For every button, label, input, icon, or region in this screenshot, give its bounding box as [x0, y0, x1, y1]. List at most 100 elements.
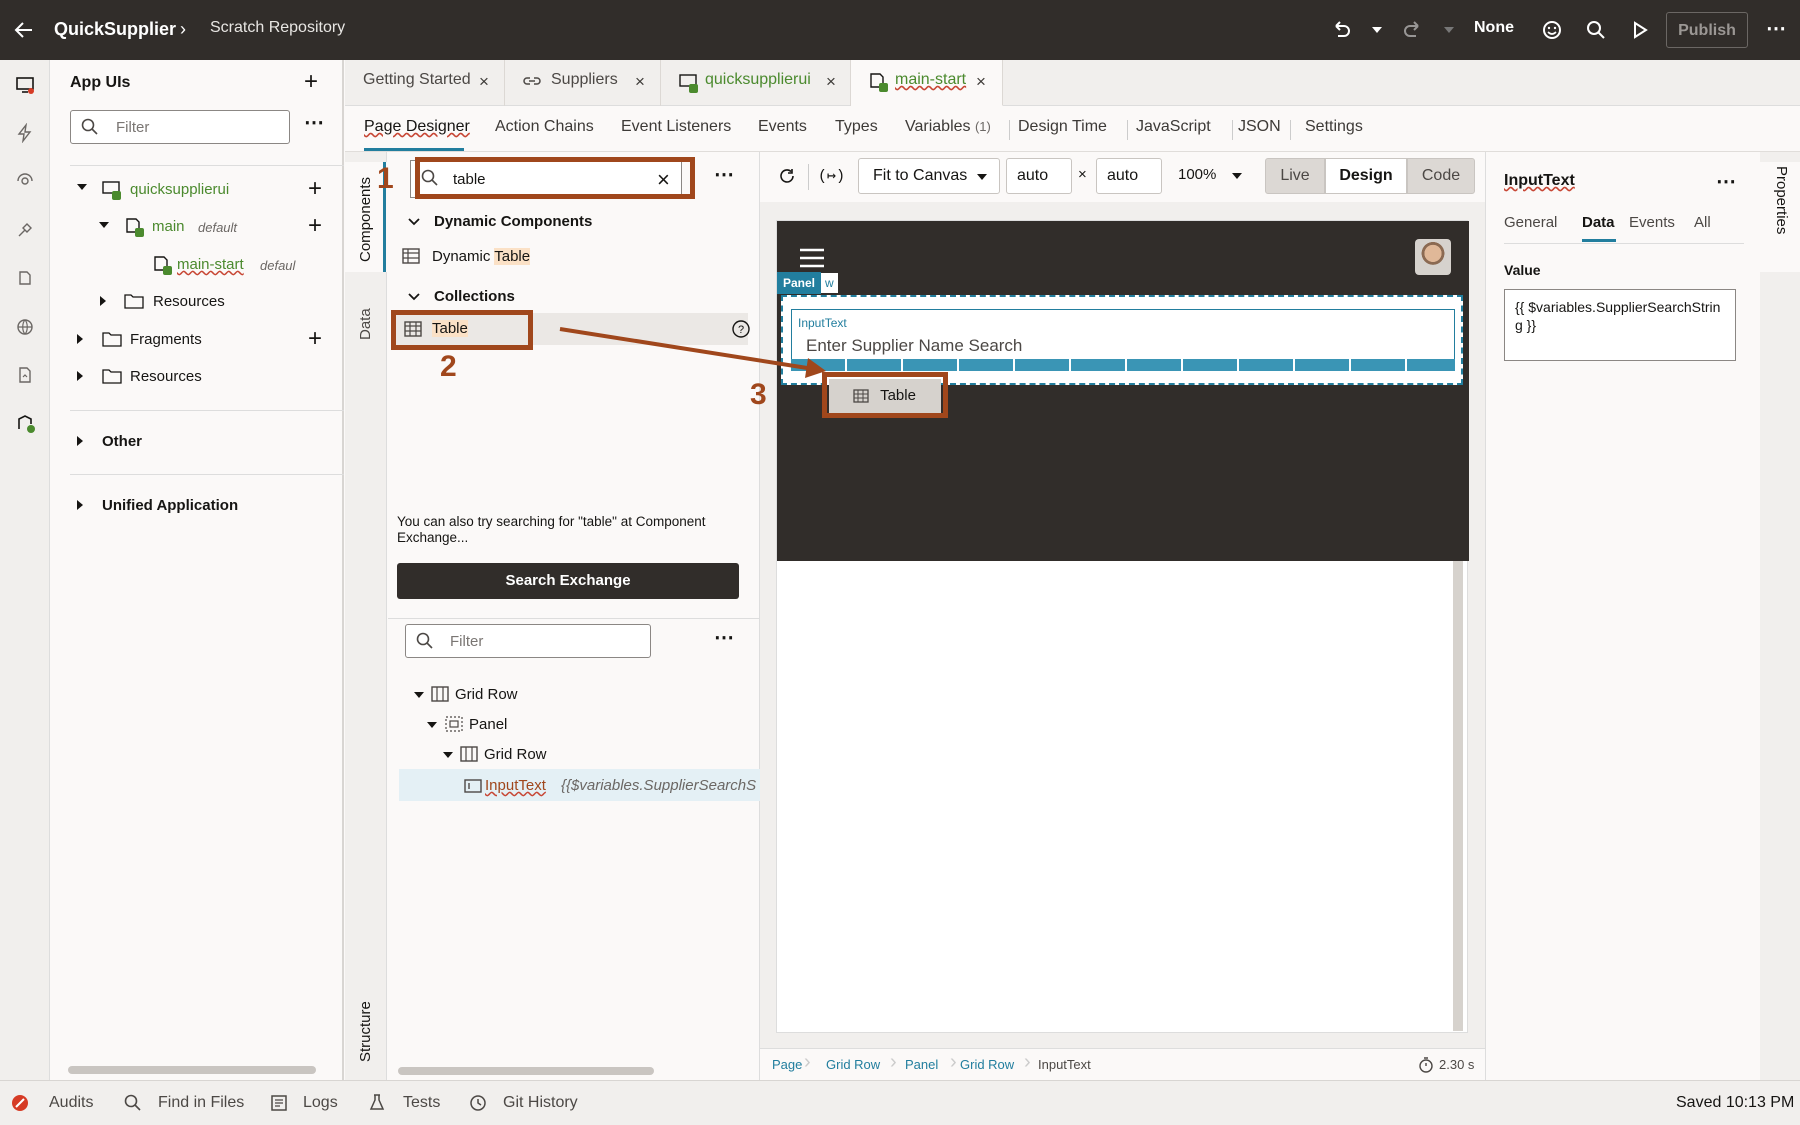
profile-selector[interactable]: None	[1474, 19, 1514, 37]
git-history-button[interactable]: Git History	[503, 1094, 578, 1112]
tab-getting-started[interactable]: Getting Started ×	[345, 60, 505, 106]
properties-more-icon[interactable]: ⋯	[1716, 169, 1736, 194]
expand-caret-icon[interactable]	[77, 436, 83, 446]
tree-resources[interactable]: Resources	[130, 368, 202, 385]
structure-grid-row-2[interactable]: Grid Row	[484, 746, 547, 763]
chevron-down-icon[interactable]	[1232, 173, 1242, 179]
prop-tab-data[interactable]: Data	[1582, 214, 1615, 231]
tree-resources-inner[interactable]: Resources	[153, 293, 225, 310]
subtab-json[interactable]: JSON	[1238, 118, 1281, 136]
structure-inputtext-row[interactable]: InputText {{$variables.SupplierSearchS	[399, 769, 760, 801]
add-flow-icon[interactable]: +	[308, 175, 322, 203]
add-fragment-icon[interactable]: +	[308, 325, 322, 353]
palette-scrollbar[interactable]	[398, 1067, 654, 1075]
expand-caret-icon[interactable]	[77, 334, 83, 344]
close-icon[interactable]: ×	[635, 72, 645, 92]
zoom-dropdown[interactable]: 100%	[1178, 166, 1216, 183]
section-unified-application[interactable]: Unified Application	[102, 497, 238, 514]
refresh-icon[interactable]	[778, 167, 796, 185]
tab-quicksupplierui[interactable]: quicksupplierui ×	[661, 60, 851, 106]
close-icon[interactable]: ×	[479, 72, 489, 92]
subtab-events[interactable]: Events	[758, 118, 807, 136]
expand-caret-icon[interactable]	[427, 722, 437, 728]
canvas-scrollbar[interactable]	[1453, 561, 1463, 1031]
web-apps-icon[interactable]	[15, 317, 35, 337]
structure-filter-field[interactable]: Filter	[405, 624, 651, 658]
expand-caret-icon[interactable]	[99, 222, 109, 228]
subtab-event-listeners[interactable]: Event Listeners	[621, 118, 731, 136]
subtab-types[interactable]: Types	[835, 118, 878, 136]
structure-more-icon[interactable]: ⋯	[714, 625, 734, 650]
expand-caret-icon[interactable]	[77, 371, 83, 381]
undo-dropdown-icon[interactable]	[1372, 27, 1382, 33]
find-in-files-button[interactable]: Find in Files	[158, 1094, 244, 1112]
add-app-ui-icon[interactable]: +	[304, 70, 318, 94]
undo-icon[interactable]	[1330, 19, 1352, 41]
tab-suppliers[interactable]: Suppliers ×	[505, 60, 661, 106]
breadcrumb-inputtext[interactable]: InputText	[1038, 1057, 1091, 1072]
live-mode-button[interactable]: Live	[1265, 158, 1325, 194]
processes-icon[interactable]	[15, 123, 35, 143]
vtab-properties[interactable]: Properties	[1773, 166, 1790, 234]
expand-caret-icon[interactable]	[77, 184, 87, 190]
search-exchange-button[interactable]: Search Exchange	[397, 563, 739, 599]
subtab-javascript[interactable]: JavaScript	[1136, 118, 1211, 136]
tree-main-start[interactable]: main-start	[177, 256, 244, 273]
close-icon[interactable]: ×	[826, 72, 836, 92]
palette-more-icon[interactable]: ⋯	[714, 162, 734, 187]
canvas-width-field[interactable]: auto	[1006, 158, 1072, 194]
subtab-design-time[interactable]: Design Time	[1018, 118, 1107, 136]
vtab-structure[interactable]: Structure	[357, 1001, 374, 1062]
logs-button[interactable]: Logs	[303, 1094, 338, 1112]
value-field[interactable]: {{ $variables.SupplierSearchString }}	[1504, 289, 1736, 361]
smiley-icon[interactable]	[1542, 20, 1562, 40]
subtab-action-chains[interactable]: Action Chains	[495, 118, 594, 136]
error-icon[interactable]	[11, 1094, 29, 1112]
prop-tab-all[interactable]: All	[1694, 214, 1711, 231]
backends-icon[interactable]	[15, 220, 35, 240]
prop-tab-events[interactable]: Events	[1629, 214, 1675, 231]
run-icon[interactable]	[1630, 20, 1650, 40]
design-mode-button[interactable]: Design	[1325, 158, 1407, 194]
app-name[interactable]: QuickSupplier	[54, 19, 176, 40]
section-other[interactable]: Other	[102, 433, 142, 450]
code-mode-button[interactable]: Code	[1407, 158, 1475, 194]
back-arrow-icon[interactable]	[12, 18, 36, 42]
layouts-icon[interactable]	[15, 268, 35, 288]
group-dynamic-components[interactable]: Dynamic Components	[434, 213, 592, 230]
breadcrumb-page[interactable]: Page	[772, 1057, 802, 1072]
tree-fragments[interactable]: Fragments	[130, 331, 202, 348]
structure-grid-row-1[interactable]: Grid Row	[455, 686, 518, 703]
fit-to-canvas-dropdown[interactable]: Fit to Canvas	[858, 158, 1000, 194]
redo-dropdown-icon[interactable]	[1444, 27, 1454, 33]
tab-main-start[interactable]: main-start ×	[851, 60, 1003, 106]
subtab-variables[interactable]: Variables (1)	[905, 118, 991, 136]
tree-quicksupplierui[interactable]: quicksupplierui	[130, 181, 229, 198]
collapse-caret-icon[interactable]	[408, 218, 420, 226]
more-options-icon[interactable]: ⋯	[1766, 16, 1786, 41]
breadcrumb-grid-row-1[interactable]: Grid Row	[826, 1057, 880, 1072]
nav-filter-field[interactable]: Filter	[70, 110, 290, 144]
audits-button[interactable]: Audits	[49, 1094, 93, 1112]
vtab-data[interactable]: Data	[357, 308, 374, 340]
services-icon[interactable]	[15, 171, 35, 191]
tests-button[interactable]: Tests	[403, 1094, 440, 1112]
expression-icon[interactable]: (↦)	[818, 166, 845, 185]
structure-panel[interactable]: Panel	[469, 716, 507, 733]
breadcrumb-repository[interactable]: Scratch Repository	[210, 19, 345, 37]
search-icon[interactable]	[1586, 20, 1606, 40]
nav-scrollbar[interactable]	[68, 1066, 316, 1074]
breadcrumb-panel[interactable]: Panel	[905, 1057, 938, 1072]
expand-caret-icon[interactable]	[77, 500, 83, 510]
close-icon[interactable]: ×	[976, 72, 986, 92]
nav-more-icon[interactable]: ⋯	[304, 110, 324, 135]
collapse-caret-icon[interactable]	[408, 293, 420, 301]
tree-main[interactable]: main	[152, 218, 185, 235]
component-dynamic-table[interactable]: Dynamic Table	[432, 248, 531, 265]
redo-icon[interactable]	[1402, 19, 1424, 41]
add-page-icon[interactable]: +	[308, 212, 322, 240]
expand-caret-icon[interactable]	[100, 296, 106, 306]
prop-tab-general[interactable]: General	[1504, 214, 1557, 231]
resources-icon[interactable]	[15, 365, 35, 385]
publish-button[interactable]: Publish	[1666, 12, 1748, 48]
